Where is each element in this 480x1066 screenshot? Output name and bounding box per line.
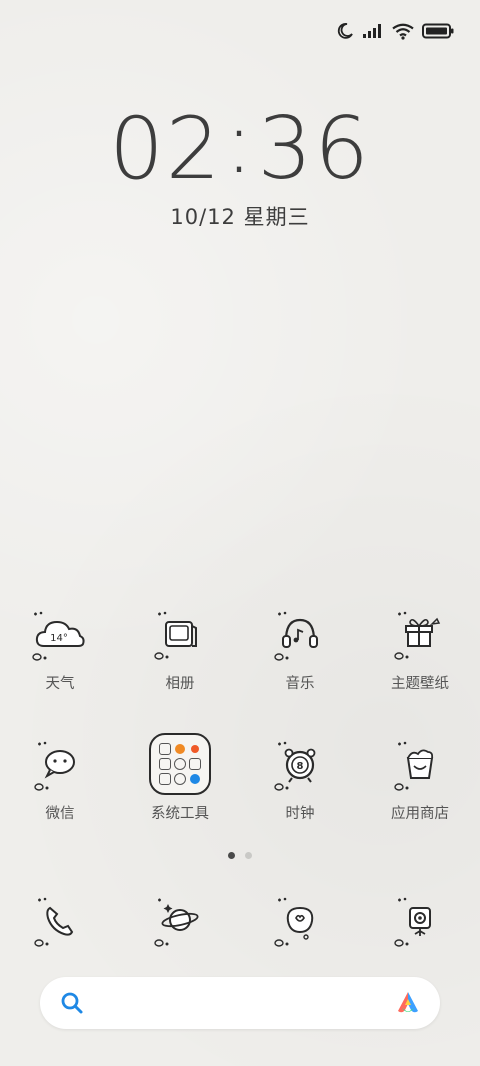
dock [0, 888, 480, 952]
page-dot [245, 852, 252, 859]
folder-app-mini [188, 741, 203, 756]
folder-app-mini [157, 741, 172, 756]
clock-face-number: 8 [297, 761, 304, 772]
app-label-music: 音乐 [285, 676, 315, 692]
app-folder-system-tools[interactable]: 系统工具 [120, 732, 240, 823]
folder-app-mini [172, 756, 187, 771]
page-indicator[interactable] [0, 852, 480, 859]
app-label-weather: 天气 [45, 676, 75, 692]
app-clock[interactable]: 8 时钟 [240, 732, 360, 823]
app-label-gallery: 相册 [165, 676, 195, 692]
app-browser[interactable] [120, 888, 240, 952]
lock-date[interactable]: 10/12 星期三 [0, 201, 480, 231]
clock-icon: 8 [274, 741, 316, 791]
app-app-store[interactable]: 应用商店 [360, 732, 480, 823]
wifi-icon [392, 23, 414, 40]
app-row-2: 微信 系统工具 8 时钟 应用商店 [0, 732, 480, 823]
app-label-themes: 主题壁纸 [391, 676, 449, 692]
app-store-icon [394, 741, 434, 791]
clock-separator: : [224, 93, 256, 193]
weather-icon: 14° [32, 611, 85, 661]
app-label-system-tools: 系统工具 [151, 806, 209, 822]
weather-temp: 14° [50, 633, 68, 644]
app-gallery[interactable]: 相册 [120, 602, 240, 693]
app-music[interactable]: 音乐 [240, 602, 360, 693]
folder-app-mini [188, 772, 203, 787]
browser-icon [154, 898, 199, 947]
page-dot-active [228, 852, 235, 859]
app-camera[interactable] [360, 888, 480, 952]
battery-icon [422, 23, 454, 39]
assistant-icon[interactable] [394, 989, 422, 1017]
app-themes[interactable]: 主题壁纸 [360, 602, 480, 693]
app-row-1: 14° 天气 相册 音乐 主题壁纸 [0, 602, 480, 693]
folder-app-mini [172, 772, 187, 787]
cellular-signal-icon [363, 24, 381, 38]
app-wechat[interactable]: 微信 [0, 732, 120, 823]
app-weather[interactable]: 14° 天气 [0, 602, 120, 693]
folder-app-mini [188, 756, 203, 771]
app-messages[interactable] [240, 888, 360, 952]
messages-icon [274, 897, 314, 947]
app-label-wechat: 微信 [45, 806, 75, 822]
folder-app-mini [157, 772, 172, 787]
search-bar[interactable] [40, 977, 440, 1029]
folder-icon [149, 733, 211, 795]
app-phone[interactable] [0, 888, 120, 952]
search-icon [61, 992, 83, 1014]
gallery-icon [154, 611, 197, 660]
app-label-app-store: 应用商店 [391, 806, 449, 822]
status-bar [336, 18, 454, 44]
wechat-icon [34, 741, 75, 791]
folder-app-mini [157, 756, 172, 771]
phone-icon [34, 897, 74, 947]
lock-clock[interactable]: 02:36 [0, 98, 480, 194]
clock-hours: 02 [109, 99, 223, 199]
clock-minutes: 36 [257, 99, 371, 199]
folder-app-mini [172, 741, 187, 756]
music-icon [274, 611, 318, 661]
camera-icon [394, 897, 431, 947]
app-label-clock: 时钟 [285, 806, 315, 822]
themes-icon [394, 611, 441, 660]
moon-icon [337, 23, 353, 39]
